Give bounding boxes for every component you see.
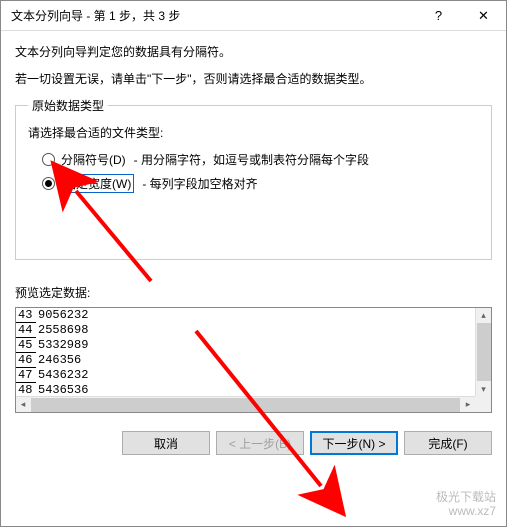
table-row: 442558698 [16, 323, 475, 338]
scroll-right-icon[interactable]: ▸ [461, 398, 475, 412]
close-button[interactable]: ✕ [461, 1, 506, 30]
cancel-button[interactable]: 取消 [122, 431, 210, 455]
radio-delimited-label: 分隔符号(D) [61, 151, 126, 168]
preview-label: 预览选定数据: [15, 284, 506, 301]
finish-button[interactable]: 完成(F) [404, 431, 492, 455]
next-button[interactable]: 下一步(N) > [310, 431, 398, 455]
fieldset-legend: 原始数据类型 [28, 97, 108, 114]
table-row: 439056232 [16, 308, 475, 323]
scroll-corner [475, 396, 491, 412]
watermark: 极光下载站 www.xz7 [436, 490, 496, 518]
radio-delimited[interactable] [42, 153, 55, 166]
preview-content: 439056232 442558698 455332989 46246356 4… [16, 308, 475, 396]
radio-fixed-width-label: 固定宽度(W) [61, 174, 134, 193]
scroll-down-icon[interactable]: ▾ [477, 382, 491, 396]
window-controls: ? ✕ [416, 1, 506, 30]
table-row: 46246356 [16, 353, 475, 368]
back-button: < 上一步(B) [216, 431, 304, 455]
dialog-content: 文本分列向导判定您的数据具有分隔符。 若一切设置无误，请单击"下一步"，否则请选… [1, 31, 506, 260]
table-row: 475436232 [16, 368, 475, 383]
intro-text-2: 若一切设置无误，请单击"下一步"，否则请选择最合适的数据类型。 [15, 70, 492, 87]
table-row: 485436536 [16, 383, 475, 396]
horizontal-scrollbar[interactable]: ◂ ▸ [16, 396, 475, 412]
table-row: 455332989 [16, 338, 475, 353]
radio-delimited-row[interactable]: 分隔符号(D) - 用分隔字符，如逗号或制表符分隔每个字段 [42, 151, 479, 168]
help-button[interactable]: ? [416, 1, 461, 30]
scroll-up-icon[interactable]: ▴ [477, 308, 491, 322]
radio-fixed-width[interactable] [42, 177, 55, 190]
vertical-scrollbar[interactable]: ▴ ▾ [475, 308, 491, 396]
data-type-fieldset: 原始数据类型 请选择最合适的文件类型: 分隔符号(D) - 用分隔字符，如逗号或… [15, 97, 492, 260]
titlebar: 文本分列向导 - 第 1 步，共 3 步 ? ✕ [1, 1, 506, 31]
scroll-thumb-v[interactable] [477, 323, 491, 381]
scroll-thumb-h[interactable] [31, 398, 460, 412]
intro-text-1: 文本分列向导判定您的数据具有分隔符。 [15, 43, 492, 60]
preview-box: 439056232 442558698 455332989 46246356 4… [15, 307, 492, 413]
radio-fixed-width-row[interactable]: 固定宽度(W) - 每列字段加空格对齐 [42, 174, 479, 193]
window-title: 文本分列向导 - 第 1 步，共 3 步 [11, 7, 180, 24]
scroll-left-icon[interactable]: ◂ [16, 398, 30, 412]
button-row: 取消 < 上一步(B) 下一步(N) > 完成(F) [1, 413, 506, 455]
radio-fixed-width-desc: - 每列字段加空格对齐 [142, 175, 257, 192]
radio-delimited-desc: - 用分隔字符，如逗号或制表符分隔每个字段 [134, 151, 369, 168]
fieldset-prompt: 请选择最合适的文件类型: [28, 124, 479, 141]
